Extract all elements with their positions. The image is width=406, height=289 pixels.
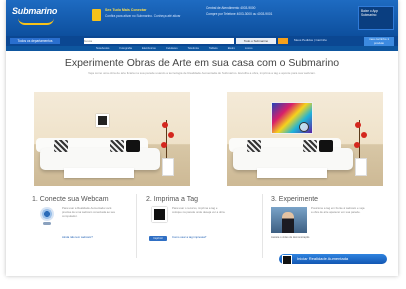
flower	[168, 132, 174, 138]
step-2-link[interactable]: Como usar a tag impressa?	[172, 235, 206, 239]
site-header: Submarino Sex Tudo Mais Conectar Confira…	[6, 0, 398, 36]
app-store-badge[interactable]: Baixe o App Submarino	[358, 6, 394, 30]
category-nav: Notebooks Fotografia Eletrônicos Celulares T…	[6, 46, 398, 51]
flower	[162, 122, 168, 128]
step-divider	[136, 194, 137, 258]
departments-button[interactable]: Todos os departamentos	[10, 38, 60, 44]
nav-link[interactable]: Celulares	[166, 46, 178, 51]
submarino-logo[interactable]: Submarino	[12, 6, 57, 16]
step-divider	[262, 194, 263, 258]
page-title: Experimente Obras de Arte em sua casa co…	[64, 57, 340, 69]
video-presenter	[282, 212, 294, 233]
step-1-title: 1. Conecte sua Webcam	[32, 196, 109, 203]
step-2-title: 2. Imprima a Tag	[146, 196, 199, 203]
cart-button[interactable]: meu carrinho 1 produto	[364, 37, 394, 46]
start-ar-button[interactable]: Iniciar Realidade Aumentada	[279, 254, 387, 264]
tag-marker-icon	[282, 255, 292, 265]
promo-phone-icon	[92, 9, 101, 21]
pillow	[126, 140, 140, 152]
step-1-text: Para usar a Realidade Aumentada você pre…	[62, 206, 116, 218]
nav-link[interactable]: Notebooks	[96, 46, 109, 51]
promo-subtitle: Confira para ativar no Submarino. Conheç…	[105, 14, 181, 18]
service-phone-line: Central de Atendimento 4003-9000	[206, 6, 256, 10]
nav-link[interactable]: Tablets	[209, 46, 218, 51]
coffee-table	[64, 168, 134, 178]
search-button[interactable]	[278, 38, 288, 44]
vase	[355, 158, 367, 176]
tag-marker-icon	[96, 114, 109, 127]
pillow	[247, 140, 261, 152]
pillow	[54, 140, 68, 152]
order-phone-line: Compre por Telefone 4003-3000 ou 4003-90…	[206, 12, 273, 16]
nav-link[interactable]: Livros	[245, 46, 252, 51]
webcam-base-icon	[43, 222, 51, 225]
pillow	[303, 140, 317, 152]
tag-marker-icon	[152, 207, 167, 222]
room-after-image	[227, 92, 383, 186]
hand-cursor-icon	[299, 122, 309, 132]
page-subtitle: Veja como uma obra de arte ficaria na su…	[88, 71, 316, 75]
print-tag-button[interactable]: Imprimir	[149, 236, 167, 241]
nav-link[interactable]: Eletro	[228, 46, 235, 51]
step-1-link[interactable]: Ainda não tem webcam?	[62, 235, 93, 239]
flower	[354, 142, 360, 148]
pillow	[319, 140, 333, 152]
webcam-icon	[40, 207, 54, 221]
logo-swoosh-icon	[18, 18, 54, 25]
step-2-text: Para usar o recurso, imprima a tag e col…	[172, 206, 226, 214]
pillow	[110, 140, 124, 152]
flower	[355, 122, 361, 128]
step-3-text: Posicione a tag em frente à webcam e vej…	[311, 206, 365, 214]
nav-link[interactable]: Telefonia	[188, 46, 199, 51]
search-scope-select[interactable]: Todo o Submarino	[236, 38, 276, 44]
vase	[162, 158, 174, 176]
page-container: Submarino Sex Tudo Mais Conectar Confira…	[6, 0, 398, 276]
promo-title[interactable]: Sex Tudo Mais Conectar	[105, 8, 146, 12]
step-3-title: 3. Experimente	[271, 196, 319, 203]
app-store-badge-label: Baixe o App Submarino	[361, 9, 379, 17]
flower	[161, 142, 167, 148]
nav-link[interactable]: Fotografia	[119, 46, 132, 51]
video-caption[interactable]: Assista o vídeo de demonstração	[271, 236, 309, 239]
nav-link[interactable]: Eletrônicos	[142, 46, 156, 51]
flower	[361, 132, 367, 138]
room-before-image	[34, 92, 190, 186]
coffee-table	[257, 168, 327, 178]
account-links[interactable]: Meus Pedidos | Carrinho	[294, 38, 327, 42]
search-input[interactable]	[84, 38, 234, 44]
